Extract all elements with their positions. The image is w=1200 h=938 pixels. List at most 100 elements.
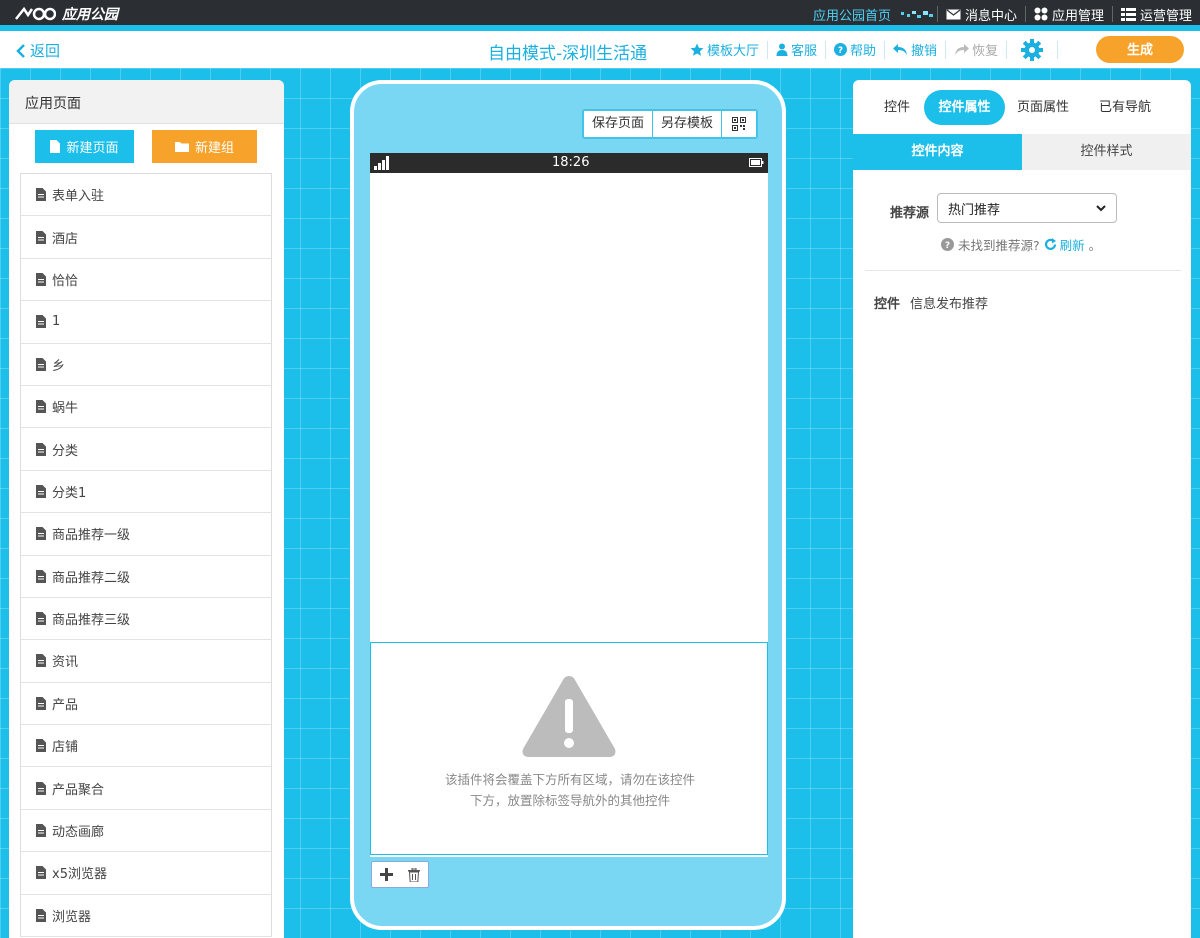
page-list-item[interactable]: 商品推荐二级 — [21, 556, 271, 598]
template-hall-label: 模板大厅 — [707, 44, 760, 59]
new-group-button[interactable]: 新建组 — [152, 130, 257, 163]
page-list-item[interactable]: 商品推荐一级 — [21, 513, 271, 556]
phone-preview: 保存页面 另存模板 18:26 该插件将会覆盖下方所有区域，请勿在该控件 下方，… — [350, 80, 786, 930]
page-list-item[interactable]: 产品聚合 — [21, 767, 271, 810]
document-icon — [36, 569, 46, 583]
undo-button[interactable]: 撤销 — [885, 40, 945, 59]
document-icon — [36, 188, 46, 202]
help-button[interactable]: ? 帮助 — [826, 40, 884, 59]
top-link-app-manage[interactable]: 应用管理 — [1026, 0, 1112, 28]
refresh-icon — [1044, 238, 1056, 250]
mail-icon — [946, 9, 961, 19]
page-list-item[interactable]: x5浏览器 — [21, 852, 271, 895]
refresh-link[interactable]: 刷新 — [1044, 235, 1085, 254]
customer-service-button[interactable]: 客服 — [768, 40, 825, 59]
pixel-avatar-icon[interactable] — [899, 8, 937, 20]
list-icon — [1120, 7, 1136, 21]
app-pages-title: 应用页面 — [9, 80, 284, 124]
new-page-button[interactable]: 新建页面 — [35, 130, 134, 163]
logo-icon — [15, 6, 56, 21]
top-link-home[interactable]: 应用公园首页 — [805, 0, 899, 28]
page-list-item-label: 店铺 — [52, 740, 79, 756]
tab-controls[interactable]: 控件 — [873, 90, 921, 125]
new-group-label: 新建组 — [194, 140, 234, 155]
top-link-messages-label: 消息中心 — [964, 8, 1017, 24]
page-list-item-label: 商品推荐二级 — [52, 570, 131, 586]
document-icon — [36, 400, 46, 414]
customer-service-label: 客服 — [791, 44, 818, 59]
settings-button[interactable] — [1007, 38, 1057, 61]
page-list-item-label: 酒店 — [52, 231, 79, 247]
generate-button[interactable]: 生成 — [1096, 36, 1184, 63]
top-link-operations-label: 运营管理 — [1139, 8, 1192, 24]
source-hint: ? 未找到推荐源? 刷新 。 — [941, 235, 1101, 254]
status-bar: 18:26 — [370, 153, 768, 173]
source-select[interactable]: 热门推荐 — [937, 193, 1117, 223]
tab-control-properties[interactable]: 控件属性 — [924, 90, 1005, 125]
page-list-item[interactable]: 动态画廊 — [21, 810, 271, 853]
tab-existing-nav[interactable]: 已有导航 — [1091, 90, 1159, 125]
save-as-template-button[interactable]: 另存模板 — [653, 111, 723, 137]
page-list-item-label: 资讯 — [52, 655, 79, 671]
trash-icon[interactable] — [408, 867, 421, 882]
property-subtabs: 控件内容 控件样式 — [853, 134, 1191, 170]
save-page-button[interactable]: 保存页面 — [584, 111, 654, 137]
qr-code-button[interactable] — [722, 111, 757, 137]
logo[interactable]: 应用公园 — [14, 3, 118, 25]
page-list-item[interactable]: 分类 — [21, 428, 271, 471]
page-list-item[interactable]: 浏览器 — [21, 895, 271, 938]
redo-label: 恢复 — [972, 44, 999, 59]
question-icon: ? — [941, 238, 954, 251]
phone-screen[interactable]: 18:26 该插件将会覆盖下方所有区域，请勿在该控件 下方，放置除标签导航外的其… — [370, 153, 768, 857]
toolbar: 返回 自由模式-深圳生活通 模板大厅 客服 ? 帮助 撤销 恢复 生成 — [0, 31, 1200, 68]
document-icon — [36, 739, 46, 753]
source-select-value: 热门推荐 — [948, 202, 1001, 218]
page-list-item[interactable]: 乡 — [21, 344, 271, 386]
top-link-messages[interactable]: 消息中心 — [938, 0, 1025, 28]
gear-icon — [1021, 38, 1044, 61]
document-icon — [36, 230, 46, 244]
page-list-item[interactable]: 商品推荐三级 — [21, 598, 271, 641]
top-link-operations[interactable]: 运营管理 — [1113, 0, 1200, 28]
warning-line-1: 该插件将会覆盖下方所有区域，请勿在该控件 — [444, 772, 695, 787]
page-list-item[interactable]: 分类1 — [21, 471, 271, 514]
page-list-item-label: 乡 — [52, 358, 66, 374]
svg-text:?: ? — [838, 46, 843, 56]
redo-button[interactable]: 恢复 — [946, 40, 1006, 59]
divider — [865, 270, 1181, 271]
page-list-item-label: 商品推荐三级 — [52, 613, 131, 629]
warning-line-2: 下方，放置除标签导航外的其他控件 — [469, 793, 670, 808]
page-list-item[interactable]: 恰恰 — [21, 259, 271, 302]
page-list-item[interactable]: 店铺 — [21, 725, 271, 768]
recommend-plugin[interactable]: 该插件将会覆盖下方所有区域，请勿在该控件 下方，放置除标签导航外的其他控件 — [370, 642, 768, 855]
folder-icon — [174, 142, 189, 152]
page-list-item-label: 产品聚合 — [52, 782, 105, 798]
help-icon: ? — [834, 43, 848, 56]
tab-page-properties[interactable]: 页面属性 — [1009, 90, 1077, 125]
back-button[interactable]: 返回 — [16, 40, 60, 61]
phone-actions: 保存页面 另存模板 — [582, 109, 759, 139]
app-pages-panel: 应用页面 新建页面 新建组 表单入驻酒店恰恰 1 乡蜗牛 分类 分类1 商品推荐一级商品推… — [9, 80, 284, 938]
page-list-item[interactable]: 资讯 — [21, 640, 271, 683]
document-icon — [36, 612, 46, 626]
user-icon — [776, 43, 788, 56]
redo-icon — [955, 43, 970, 55]
page-list-item[interactable]: 蜗牛 — [21, 386, 271, 429]
page-list-item[interactable]: 酒店 — [21, 216, 271, 259]
page-list-item-label: 动态画廊 — [52, 825, 105, 841]
subtab-control-style[interactable]: 控件样式 — [1022, 134, 1191, 170]
subtab-control-content[interactable]: 控件内容 — [853, 134, 1022, 170]
plus-icon[interactable] — [379, 868, 393, 881]
battery-icon — [749, 158, 764, 167]
hint-text: 未找到推荐源? — [958, 238, 1040, 253]
page-list-item[interactable]: 产品 — [21, 683, 271, 726]
document-icon — [36, 654, 46, 668]
help-label: 帮助 — [850, 44, 877, 59]
control-label: 控件 — [874, 297, 901, 312]
page-list-item-label: 表单入驻 — [52, 189, 105, 205]
template-hall-button[interactable]: 模板大厅 — [682, 40, 767, 59]
page-list-item[interactable]: 表单入驻 — [21, 174, 271, 217]
page-list-item[interactable]: 1 — [21, 301, 271, 344]
page-title: 自由模式-深圳生活通 — [488, 44, 648, 64]
page-list-item-label: 浏览器 — [52, 909, 92, 925]
